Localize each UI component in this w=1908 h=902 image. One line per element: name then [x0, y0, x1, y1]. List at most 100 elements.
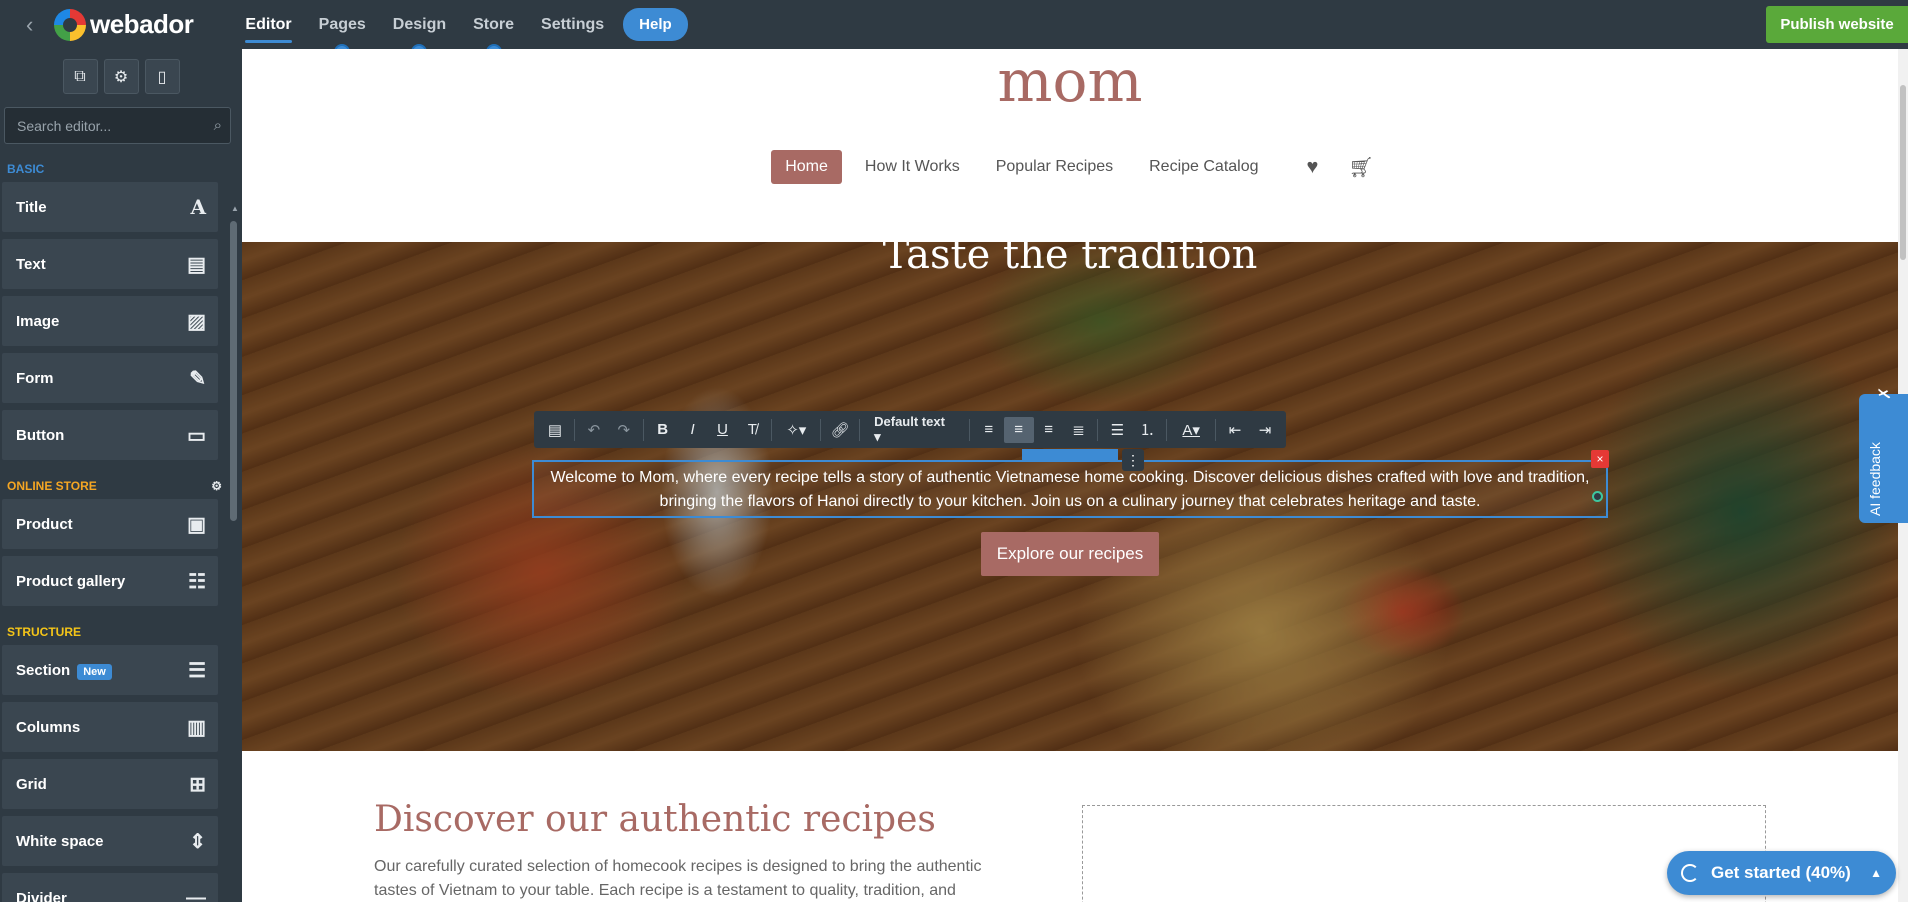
webador-logo[interactable]: webador	[54, 8, 194, 41]
toolbar-divider	[1166, 418, 1168, 441]
element-grid[interactable]: Grid ⊞	[2, 759, 218, 809]
logo-text: webador	[90, 9, 194, 39]
publish-website-button[interactable]: Publish website	[1766, 6, 1908, 43]
text-style-value: Default text	[874, 414, 945, 429]
clipboard-icon[interactable]: ▤	[540, 421, 570, 439]
recipes-paragraph[interactable]: Our carefully curated selection of homec…	[374, 855, 1024, 902]
toolbar-divider	[573, 418, 575, 441]
search-input[interactable]	[5, 108, 230, 143]
section-store-text: ONLINE STORE	[7, 479, 97, 493]
element-divider[interactable]: Divider —	[2, 873, 218, 902]
logo-mark-icon	[54, 8, 86, 41]
clear-format-icon[interactable]: T̸	[737, 421, 767, 438]
scroll-up-arrow-icon[interactable]: ▲	[231, 204, 239, 213]
sidebar-scrollbar[interactable]	[230, 221, 237, 521]
section-structure-text: STRUCTURE	[7, 625, 81, 639]
tab-design[interactable]: Design	[393, 0, 446, 58]
text-style-dropdown[interactable]: Default text ▾	[864, 414, 965, 445]
product-icon: ▣	[187, 513, 206, 536]
caret-up-icon: ▲	[1870, 866, 1882, 880]
underline-icon[interactable]: U	[708, 421, 738, 438]
element-text[interactable]: Text ▤	[2, 239, 218, 289]
back-chevron-icon[interactable]: ‹	[26, 12, 54, 38]
numbered-list-icon[interactable]: ⒈	[1132, 419, 1162, 440]
element-button[interactable]: Button ▭	[2, 410, 218, 460]
element-columns[interactable]: Columns ▥	[2, 702, 218, 752]
main-nav: Editor Pages Design Store Settings Help	[245, 0, 688, 58]
get-started-widget[interactable]: Get started (40%) ▲	[1667, 851, 1896, 895]
page-scrollbar-thumb[interactable]	[1900, 85, 1906, 260]
tab-store[interactable]: Store	[473, 0, 514, 58]
text-color-icon[interactable]: A▾	[1171, 421, 1211, 439]
section-basic-text: BASIC	[7, 162, 45, 176]
store-settings-gear-icon[interactable]: ⚙	[211, 479, 222, 493]
search-icon[interactable]: ⌕	[214, 117, 222, 134]
ai-feedback-icon: ✗	[1877, 386, 1894, 400]
open-external-icon[interactable]: ⧉	[62, 59, 98, 94]
align-justify-icon[interactable]: ≣	[1064, 421, 1094, 439]
text-format-toolbar: ▤ ↶ ↷ B I U T̸ ✧▾ 🔗︎ Default text ▾ ≡ ≡ …	[534, 411, 1286, 448]
italic-icon[interactable]: I	[678, 421, 708, 438]
redo-icon[interactable]: ↷	[609, 421, 639, 439]
section-label-online-store: ONLINE STORE ⚙	[0, 467, 222, 499]
element-product-gallery[interactable]: Product gallery ☷	[2, 556, 218, 606]
element-image[interactable]: Image ▨	[2, 296, 218, 346]
bullet-list-icon[interactable]: ☰	[1102, 421, 1132, 439]
text-icon: ▤	[187, 253, 206, 276]
tab-editor[interactable]: Editor	[245, 0, 292, 49]
site-title[interactable]: mom	[242, 51, 1898, 111]
site-nav-how-it-works[interactable]: How It Works	[852, 150, 973, 184]
element-label: Grid	[16, 775, 47, 793]
element-label: Columns	[16, 718, 81, 736]
block-drag-tab[interactable]	[1022, 449, 1118, 461]
mobile-preview-icon[interactable]: ▯	[144, 59, 180, 94]
outdent-icon[interactable]: ⇤	[1220, 421, 1250, 439]
element-product[interactable]: Product ▣	[2, 499, 218, 549]
panel-tools: ⧉ ⚙ ▯	[0, 49, 242, 94]
page-canvas: mom Home How It Works Popular Recipes Re…	[242, 49, 1898, 902]
cart-icon[interactable]: 🛒︎	[1348, 155, 1373, 180]
site-nav-popular-recipes[interactable]: Popular Recipes	[983, 150, 1126, 184]
explore-recipes-button[interactable]: Explore our recipes	[981, 532, 1159, 576]
tab-pages[interactable]: Pages	[319, 0, 366, 58]
help-button[interactable]: Help	[623, 8, 688, 41]
close-icon[interactable]: ×	[1591, 450, 1609, 468]
image-icon: ▨	[187, 310, 206, 333]
tab-settings[interactable]: Settings	[541, 0, 604, 49]
section-icon: ☰	[188, 659, 206, 682]
element-label-wrap: Section New	[16, 662, 112, 680]
element-label: Form	[16, 369, 54, 387]
undo-icon[interactable]: ↶	[579, 421, 609, 439]
hero-title[interactable]: Taste the tradition	[242, 232, 1898, 278]
toolbar-divider	[968, 418, 970, 441]
link-icon[interactable]: 🔗︎	[825, 421, 855, 439]
product-gallery-icon: ☷	[188, 570, 206, 593]
site-nav-recipe-catalog[interactable]: Recipe Catalog	[1136, 150, 1271, 184]
new-badge: New	[77, 663, 112, 680]
magic-wand-icon[interactable]: ✧▾	[776, 421, 816, 439]
element-section[interactable]: Section New ☰	[2, 645, 218, 695]
bold-icon[interactable]: B	[648, 421, 678, 438]
title-icon: A	[190, 195, 206, 219]
element-title[interactable]: Title A	[2, 182, 218, 232]
heart-icon[interactable]: ♥	[1307, 156, 1319, 179]
align-center-icon[interactable]: ≡	[1003, 416, 1034, 443]
more-options-icon[interactable]: ⋮	[1122, 449, 1144, 471]
ai-feedback-tab[interactable]: ✗ AI feedback	[1859, 387, 1908, 523]
image-placeholder[interactable]	[1082, 805, 1766, 902]
resize-handle[interactable]	[1592, 491, 1603, 502]
hero-text-block[interactable]: Welcome to Mom, where every recipe tells…	[532, 460, 1608, 518]
align-left-icon[interactable]: ≡	[974, 421, 1004, 438]
toolbar-divider	[1215, 418, 1217, 441]
gear-icon[interactable]: ⚙	[103, 59, 139, 94]
element-white-space[interactable]: White space ⇕	[2, 816, 218, 866]
align-right-icon[interactable]: ≡	[1034, 421, 1064, 438]
grid-icon: ⊞	[189, 773, 206, 796]
toolbar-divider	[820, 418, 822, 441]
element-list: BASIC Title A Text ▤ Image ▨ Form ✎ Button ▭ …	[0, 153, 228, 902]
recipes-heading[interactable]: Discover our authentic recipes	[374, 799, 936, 840]
section-label-basic: BASIC	[0, 153, 222, 182]
site-nav-home[interactable]: Home	[771, 150, 842, 184]
indent-icon[interactable]: ⇥	[1250, 421, 1280, 439]
element-form[interactable]: Form ✎	[2, 353, 218, 403]
